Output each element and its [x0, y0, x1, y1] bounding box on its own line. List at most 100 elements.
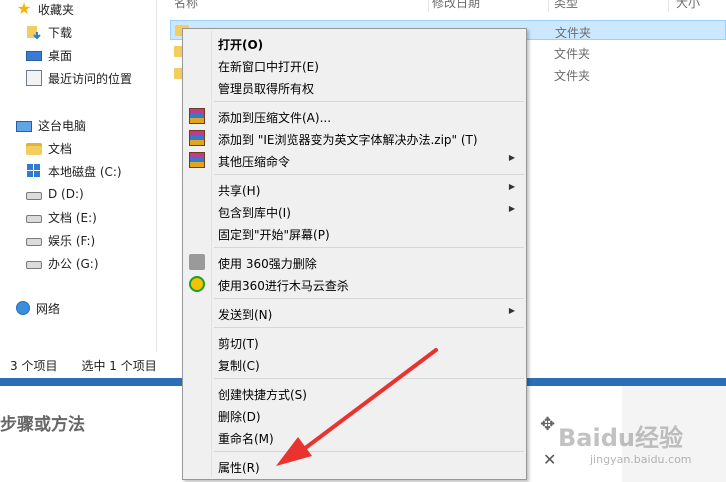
article-heading: 步骤或方法 [0, 415, 85, 435]
star-icon: ★ [16, 0, 32, 18]
menu-separator [214, 298, 524, 299]
menu-item-label: 属性(R) [218, 461, 260, 475]
selected-count: 选中 1 个项目 [81, 358, 157, 373]
menu-item-send-to[interactable]: 发送到(N) ▶ [185, 302, 524, 324]
menu-item-360-force-delete[interactable]: 使用 360强力删除 [185, 251, 524, 273]
menu-item-label: 管理员取得所有权 [218, 82, 315, 96]
nav-label: 办公 (G:) [48, 256, 99, 271]
menu-item-open[interactable]: 打开(O) [185, 32, 524, 54]
nav-item-network[interactable]: 网络 [16, 297, 60, 319]
column-divider[interactable] [428, 0, 429, 12]
column-date-header[interactable]: 修改日期 [432, 0, 480, 9]
menu-item-label: 创建快捷方式(S) [218, 388, 307, 402]
shredder-icon [189, 254, 205, 270]
nav-item-drive-e[interactable]: 文档 (E:) [26, 206, 97, 228]
menu-item-add-zip[interactable]: 添加到 "IE浏览器变为英文字体解决办法.zip" (T) [185, 127, 524, 149]
download-icon [26, 24, 42, 40]
menu-item-other-compress[interactable]: 其他压缩命令 ▶ [185, 149, 524, 171]
menu-item-label: 包含到库中(I) [218, 206, 291, 220]
menu-item-properties[interactable]: 属性(R) [185, 455, 524, 477]
menu-item-cut[interactable]: 剪切(T) [185, 331, 524, 353]
folder-icon [26, 143, 42, 155]
desktop-icon [26, 51, 42, 61]
menu-item-delete[interactable]: 删除(D) [185, 404, 524, 426]
item-count: 3 个项目 [10, 358, 58, 373]
nav-item-this-pc[interactable]: 这台电脑 [16, 114, 86, 136]
nav-item-drive-f[interactable]: 娱乐 (F:) [26, 229, 95, 251]
menu-item-label: 打开(O) [218, 38, 264, 52]
windows-drive-icon [26, 163, 42, 179]
watermark-site: jingyan.baidu.com [590, 453, 692, 466]
menu-item-label: 共享(H) [218, 184, 261, 198]
nav-item-documents[interactable]: 文档 [26, 137, 72, 159]
nav-label: 网络 [36, 301, 61, 316]
close-icon[interactable]: ✕ [543, 450, 556, 469]
nav-item-desktop[interactable]: 桌面 [26, 44, 72, 66]
menu-item-label: 复制(C) [218, 359, 260, 373]
column-divider[interactable] [548, 0, 549, 12]
menu-item-label: 使用 360强力删除 [218, 257, 317, 271]
file-type: 文件夹 [554, 69, 591, 83]
menu-separator [214, 247, 524, 248]
file-type: 文件夹 [554, 47, 591, 61]
menu-item-label: 重命名(M) [218, 432, 274, 446]
column-size-header[interactable]: 大小 [676, 0, 700, 9]
nav-item-local-disk-c[interactable]: 本地磁盘 (C:) [26, 160, 122, 182]
menu-item-copy[interactable]: 复制(C) [185, 353, 524, 375]
winrar-icon [189, 152, 205, 168]
menu-item-label: 添加到 "IE浏览器变为英文字体解决办法.zip" (T) [218, 133, 478, 147]
watermark-logo: Baidu经验 [558, 424, 683, 452]
winrar-icon [189, 108, 205, 124]
navigation-pane: ★ 收藏夹 下载 桌面 最近访问的位置 这台电脑 文档 本地磁盘 (C:) D … [0, 0, 157, 352]
nav-label: 本地磁盘 (C:) [48, 164, 122, 179]
winrar-icon [189, 130, 205, 146]
drive-icon [26, 192, 42, 200]
menu-item-rename[interactable]: 重命名(M) [185, 426, 524, 448]
column-header-row: 名称 修改日期 类型 大小 [156, 0, 726, 12]
menu-item-label: 删除(D) [218, 410, 261, 424]
file-type: 文件夹 [555, 26, 592, 40]
menu-item-label: 添加到压缩文件(A)... [218, 111, 332, 125]
nav-item-favorites[interactable]: ★ 收藏夹 [16, 0, 74, 20]
submenu-arrow-icon: ▶ [508, 204, 515, 213]
nav-item-drive-d[interactable]: D (D:) [26, 183, 84, 205]
menu-item-360-scan[interactable]: 使用360进行木马云查杀 [185, 273, 524, 295]
nav-item-drive-g[interactable]: 办公 (G:) [26, 252, 99, 274]
nav-label: 文档 [48, 141, 73, 156]
menu-separator [214, 101, 524, 102]
column-type-header[interactable]: 类型 [554, 0, 578, 9]
menu-item-open-new-window[interactable]: 在新窗口中打开(E) [185, 54, 524, 76]
column-name-header[interactable]: 名称 [174, 0, 198, 9]
menu-item-pin-start[interactable]: 固定到"开始"屏幕(P) [185, 222, 524, 244]
nav-label: D (D:) [48, 187, 84, 201]
nav-label: 收藏夹 [38, 2, 75, 17]
menu-item-add-archive[interactable]: 添加到压缩文件(A)... [185, 105, 524, 127]
menu-item-label: 剪切(T) [218, 337, 259, 351]
move-icon[interactable]: ✥ [540, 414, 555, 435]
menu-separator [214, 378, 524, 379]
column-divider[interactable] [668, 0, 669, 12]
menu-separator [214, 174, 524, 175]
nav-item-recent[interactable]: 最近访问的位置 [26, 67, 132, 89]
menu-item-take-ownership[interactable]: 管理员取得所有权 [185, 76, 524, 98]
network-icon [16, 301, 30, 315]
submenu-arrow-icon: ▶ [508, 306, 515, 315]
menu-item-label: 其他压缩命令 [218, 155, 291, 169]
nav-label: 最近访问的位置 [48, 71, 133, 86]
menu-item-share[interactable]: 共享(H) ▶ [185, 178, 524, 200]
drive-icon [26, 261, 42, 269]
drive-icon [26, 238, 42, 246]
recent-places-icon [26, 70, 42, 86]
menu-item-label: 在新窗口中打开(E) [218, 60, 319, 74]
menu-item-label: 发送到(N) [218, 308, 273, 322]
security-scan-icon [189, 276, 205, 292]
nav-item-downloads[interactable]: 下载 [26, 21, 72, 43]
drive-icon [26, 215, 42, 223]
nav-label: 娱乐 (F:) [48, 233, 96, 248]
submenu-arrow-icon: ▶ [508, 182, 515, 191]
nav-label: 这台电脑 [38, 118, 87, 133]
menu-item-create-shortcut[interactable]: 创建快捷方式(S) [185, 382, 524, 404]
nav-label: 下载 [48, 25, 73, 40]
computer-icon [16, 120, 32, 132]
menu-item-include-library[interactable]: 包含到库中(I) ▶ [185, 200, 524, 222]
